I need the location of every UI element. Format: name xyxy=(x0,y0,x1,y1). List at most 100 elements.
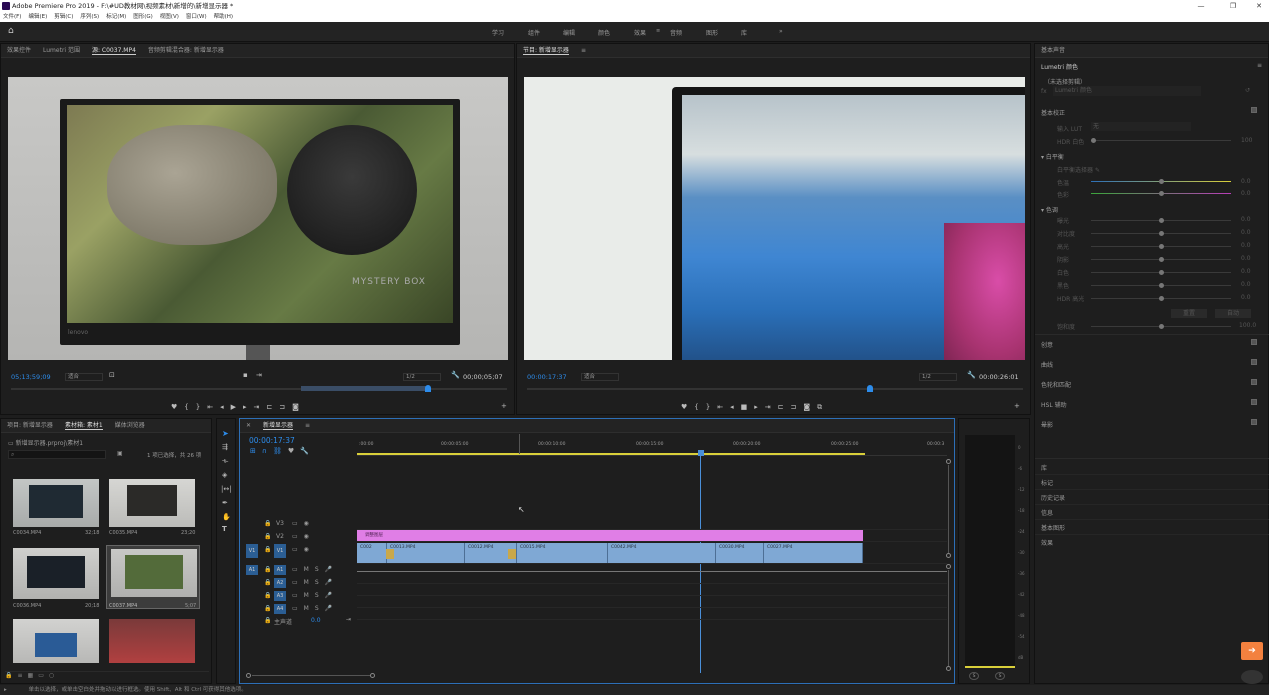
a2-toggles[interactable]: ▭MS🎤 xyxy=(292,579,338,586)
program-timecode[interactable]: 00:00:17:37 xyxy=(527,373,567,381)
clip-c0013[interactable]: C0013.MP4 xyxy=(387,543,465,563)
workspace-menu-icon[interactable]: ≡ xyxy=(656,28,660,34)
ripple-edit-tool-icon[interactable]: ⟛ xyxy=(222,457,228,466)
list-view-icon[interactable]: ≡ xyxy=(17,672,27,679)
tab-bin[interactable]: 素材箱: 素材1 xyxy=(64,422,103,430)
close-tab-icon[interactable]: ✕ xyxy=(246,422,251,429)
hdr-highlight-slider[interactable] xyxy=(1091,296,1231,301)
v1-source-patch[interactable]: V1 xyxy=(246,544,258,558)
v3-lock-icon[interactable]: 🔒 xyxy=(264,520,271,527)
hsl-section[interactable]: HSL 辅助 xyxy=(1041,400,1067,409)
insert-icon[interactable]: ⇥ xyxy=(256,371,262,379)
creative-section[interactable]: 创意 xyxy=(1041,340,1053,349)
close-icon[interactable]: ✕ xyxy=(1248,0,1269,12)
workspace-effects[interactable]: 效果 xyxy=(634,28,646,37)
clip-c002[interactable]: C002 xyxy=(357,543,387,563)
nest-icon[interactable]: ⊞ xyxy=(250,447,262,455)
track-a4-label[interactable]: A4 xyxy=(274,604,286,614)
play-icon[interactable]: ▶ xyxy=(231,403,243,411)
new-bin-icon[interactable]: ▣ xyxy=(117,450,123,457)
program-go-in-icon[interactable]: ⇤ xyxy=(717,403,730,411)
tab-source[interactable]: 源: C0037.MP4 xyxy=(92,47,136,55)
workspace-libraries[interactable]: 库 xyxy=(741,28,747,37)
lumetri-clip-select[interactable]: Lumetri 颜色 xyxy=(1053,86,1201,96)
program-scrubber[interactable] xyxy=(527,385,1023,392)
chat-bubble-icon[interactable] xyxy=(1241,670,1263,684)
export-frame-icon[interactable]: ◙ xyxy=(292,403,306,411)
mark-in-icon[interactable]: { xyxy=(184,403,195,411)
track-a3-label[interactable]: A3 xyxy=(274,591,286,601)
lumetri-reset-icon[interactable]: ↺ xyxy=(1245,87,1250,94)
workspace-more-icon[interactable]: » xyxy=(779,28,783,35)
extract-icon[interactable]: ⊐ xyxy=(791,403,804,411)
wrench-icon[interactable]: 🔧 xyxy=(451,371,460,379)
thumbnail-c0038[interactable] xyxy=(13,619,99,663)
type-tool-icon[interactable]: T xyxy=(222,525,227,533)
essential-sound-tab[interactable]: 基本声音 xyxy=(1041,47,1065,54)
program-video-frame[interactable] xyxy=(524,77,1025,360)
compare-icon[interactable]: ⧉ xyxy=(817,403,829,411)
meter-solo-left[interactable]: S xyxy=(969,672,979,680)
track-a2-label[interactable]: A2 xyxy=(274,578,286,588)
auto-button[interactable]: 自动 xyxy=(1215,309,1251,318)
hdr-white-slider[interactable] xyxy=(1091,138,1231,143)
add-marker-icon[interactable]: ♥ xyxy=(171,403,184,411)
v1-lock-icon[interactable]: 🔒 xyxy=(264,546,271,553)
step-back-icon[interactable]: ◂ xyxy=(220,403,231,411)
source-video-frame[interactable]: MYSTERY BOX lenovo xyxy=(8,77,508,360)
tab-program[interactable]: 节目: 新增显示器 xyxy=(523,47,569,55)
hsl-checkbox[interactable] xyxy=(1251,399,1257,405)
track-v1-label[interactable]: V1 xyxy=(274,544,286,558)
clip-c0027[interactable]: C0027.MP4 xyxy=(764,543,863,563)
go-to-in-icon[interactable]: ⇤ xyxy=(207,403,220,411)
a4-lock-icon[interactable]: 🔒 xyxy=(264,605,271,612)
program-menu-icon[interactable]: ≡ xyxy=(581,47,586,54)
program-wrench-icon[interactable]: 🔧 xyxy=(967,371,976,379)
program-step-forward-icon[interactable]: ▸ xyxy=(754,403,765,411)
menu-graphics[interactable]: 图形(G) xyxy=(133,12,153,22)
a3-toggles[interactable]: ▭MS🎤 xyxy=(292,592,338,599)
time-ruler[interactable]: :00:00 00:00:05:00 00:00:10:00 00:00:15:… xyxy=(357,440,947,456)
track-a1-label[interactable]: A1 xyxy=(274,565,286,575)
program-ratio-select[interactable]: 1/2 xyxy=(919,373,957,381)
timeline-marker-icon[interactable]: ♥ xyxy=(288,447,300,455)
thumbnail-c0036[interactable] xyxy=(13,548,99,599)
clip-c0030[interactable]: C0030.MP4 xyxy=(716,543,764,563)
clip-c0015[interactable]: C0015.MP4 xyxy=(517,543,608,563)
icon-view-icon[interactable]: ▦ xyxy=(28,672,39,679)
master-end-icon[interactable]: ⇥ xyxy=(346,616,351,623)
eyedropper-icon[interactable]: ✎ xyxy=(1095,167,1100,174)
essential-graphics-panel-tab[interactable]: 基本图形 xyxy=(1041,523,1065,532)
shadows-value[interactable]: 0.0 xyxy=(1241,255,1251,262)
blacks-value[interactable]: 0.0 xyxy=(1241,281,1251,288)
contrast-value[interactable]: 0.0 xyxy=(1241,229,1251,236)
exposure-value[interactable]: 0.0 xyxy=(1241,216,1251,223)
program-step-back-icon[interactable]: ◂ xyxy=(730,403,741,411)
freeform-view-icon[interactable]: ▭ xyxy=(38,672,49,679)
menu-help[interactable]: 帮助(H) xyxy=(214,12,233,22)
history-panel-tab[interactable]: 历史记录 xyxy=(1041,493,1065,502)
master-lock-icon[interactable]: 🔒 xyxy=(264,617,271,624)
timeline-timecode[interactable]: 00:00:17:37 xyxy=(249,436,295,445)
input-lut-select[interactable]: 无 xyxy=(1091,122,1191,131)
overwrite-icon[interactable]: ⊐ xyxy=(279,403,292,411)
timeline-vertical-scroll[interactable] xyxy=(946,459,951,673)
v2-toggles[interactable]: ▭◉ xyxy=(292,533,315,540)
reset-button[interactable]: 重置 xyxy=(1171,309,1207,318)
creative-checkbox[interactable] xyxy=(1251,339,1257,345)
menu-file[interactable]: 文件(F) xyxy=(3,12,21,22)
clip-c0042[interactable]: C0042.MP4 xyxy=(608,543,716,563)
pen-tool-icon[interactable]: ✒ xyxy=(222,499,228,507)
blacks-slider[interactable] xyxy=(1091,283,1231,288)
hdr-highlight-value[interactable]: 0.0 xyxy=(1241,294,1251,301)
basic-correction-checkbox[interactable] xyxy=(1251,107,1257,113)
highlights-slider[interactable] xyxy=(1091,244,1231,249)
safe-margin-icon[interactable]: ▪ xyxy=(243,371,248,379)
work-area-bar[interactable] xyxy=(357,453,865,455)
zoom-slider-icon[interactable]: ○ xyxy=(49,672,59,679)
v3-toggles[interactable]: ▭◉ xyxy=(292,520,315,527)
temperature-value[interactable]: 0.0 xyxy=(1241,178,1251,185)
linked-selection-icon[interactable]: ⛓ xyxy=(273,447,288,455)
program-playhead[interactable] xyxy=(867,385,873,392)
hdr-white-value[interactable]: 100 xyxy=(1241,137,1252,144)
